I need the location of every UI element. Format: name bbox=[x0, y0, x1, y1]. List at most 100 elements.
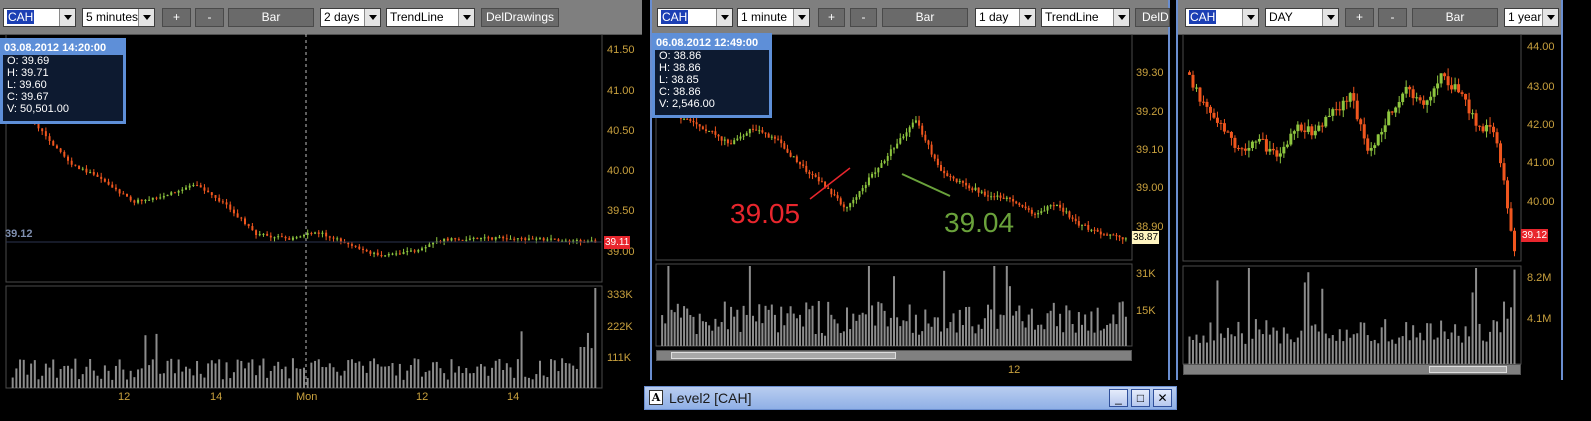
volume-bar bbox=[1062, 332, 1065, 346]
chevron-down-icon[interactable] bbox=[458, 9, 474, 26]
volume-bar bbox=[428, 370, 431, 388]
candle-body bbox=[1327, 115, 1331, 118]
volume-bar bbox=[443, 373, 446, 388]
range-select[interactable]: 1 year bbox=[1504, 8, 1559, 27]
interval-select[interactable]: 5 minutes bbox=[82, 8, 155, 27]
candle-body bbox=[861, 188, 864, 192]
volume-bar bbox=[755, 321, 758, 346]
zoom-out-button[interactable]: - bbox=[195, 8, 224, 27]
chevron-down-icon[interactable] bbox=[793, 9, 809, 26]
candle-body bbox=[1106, 234, 1109, 236]
drawing-tool-select[interactable]: TrendLine bbox=[1041, 8, 1130, 27]
minimize-button[interactable]: _ bbox=[1109, 389, 1128, 407]
zoom-out-button[interactable]: - bbox=[1378, 8, 1407, 27]
candle-body bbox=[92, 172, 95, 175]
scroll-thumb[interactable] bbox=[1429, 366, 1507, 373]
volume-bar bbox=[11, 377, 14, 388]
candle-body bbox=[310, 233, 313, 235]
price-chart[interactable] bbox=[1178, 34, 1561, 380]
chevron-down-icon[interactable] bbox=[59, 9, 75, 26]
candle-body bbox=[1043, 210, 1046, 212]
volume-bar bbox=[380, 366, 383, 388]
time-tick: 14 bbox=[507, 391, 520, 403]
maximize-button[interactable]: □ bbox=[1131, 389, 1150, 407]
volume-bar bbox=[952, 313, 955, 346]
zoom-out-button[interactable]: - bbox=[850, 8, 877, 27]
drawing-tool-select[interactable]: TrendLine bbox=[386, 8, 475, 27]
chevron-down-icon[interactable] bbox=[1019, 9, 1035, 26]
chart-scrollbar[interactable] bbox=[656, 350, 1132, 361]
chart-type-button[interactable]: Bar bbox=[882, 8, 968, 27]
candle-body bbox=[1422, 100, 1426, 105]
zoom-in-button[interactable]: + bbox=[1345, 8, 1374, 27]
volume-bar bbox=[924, 309, 927, 346]
candle-body bbox=[535, 238, 538, 240]
del-drawings-button[interactable]: DelDrawings bbox=[481, 8, 559, 27]
candle-body bbox=[993, 196, 996, 198]
del-drawings-button[interactable]: DelD bbox=[1135, 8, 1170, 27]
interval-select[interactable]: 1 minute bbox=[737, 8, 810, 27]
candle-body bbox=[232, 209, 235, 214]
chevron-down-icon[interactable] bbox=[364, 9, 380, 26]
volume-bar bbox=[927, 323, 930, 346]
chevron-down-icon[interactable] bbox=[716, 9, 732, 26]
range-select[interactable]: 1 day bbox=[975, 8, 1036, 27]
candle-body bbox=[524, 238, 527, 240]
volume-bar bbox=[1275, 330, 1278, 364]
interval-select[interactable]: DAY bbox=[1265, 8, 1339, 27]
volume-bar bbox=[692, 316, 695, 346]
close-button[interactable]: ✕ bbox=[1153, 389, 1172, 407]
scroll-thumb[interactable] bbox=[671, 352, 896, 359]
candle-body bbox=[1292, 131, 1296, 134]
volume-bar bbox=[59, 368, 62, 388]
chevron-down-icon[interactable] bbox=[1242, 9, 1258, 26]
candle-body bbox=[177, 190, 180, 193]
chart-scrollbar[interactable] bbox=[1183, 364, 1521, 375]
volume-bar bbox=[26, 374, 29, 388]
time-tick: 12 bbox=[416, 391, 429, 403]
symbol-select[interactable]: CAH bbox=[3, 8, 76, 27]
candle-body bbox=[1429, 96, 1433, 101]
symbol-select[interactable]: CAH bbox=[1185, 8, 1259, 27]
candle-body bbox=[726, 139, 729, 144]
chevron-down-icon[interactable] bbox=[1113, 9, 1129, 26]
level2-window-titlebar[interactable]: A Level2 [CAH] _ □ ✕ bbox=[644, 386, 1177, 410]
volume-bar bbox=[107, 370, 110, 388]
chart-type-button[interactable]: Bar bbox=[228, 8, 314, 27]
candle-body bbox=[181, 189, 184, 191]
range-select[interactable]: 2 days bbox=[320, 8, 381, 27]
candle-body bbox=[203, 187, 206, 191]
candle-body bbox=[1090, 229, 1093, 231]
volume-bar bbox=[1024, 327, 1027, 346]
chart-type-button[interactable]: Bar bbox=[1412, 8, 1498, 27]
volume-bar bbox=[817, 301, 820, 346]
volume-bar bbox=[166, 360, 169, 388]
volume-bar bbox=[993, 266, 996, 346]
candle-body bbox=[830, 188, 833, 195]
candle-body bbox=[958, 181, 961, 183]
chevron-down-icon[interactable] bbox=[1322, 9, 1338, 26]
candle-body bbox=[1338, 109, 1342, 111]
candle-body bbox=[1068, 211, 1071, 218]
zoom-in-button[interactable]: + bbox=[162, 8, 191, 27]
candle-body bbox=[255, 230, 258, 236]
volume-bar bbox=[498, 358, 501, 388]
candle-body bbox=[695, 122, 698, 125]
candle-body bbox=[332, 237, 335, 239]
volume-bar bbox=[240, 360, 243, 388]
volume-bar bbox=[1030, 308, 1033, 346]
price-tick: 39.30 bbox=[1136, 67, 1164, 79]
chevron-down-icon[interactable] bbox=[1542, 9, 1558, 26]
zoom-in-button[interactable]: + bbox=[818, 8, 845, 27]
symbol-select[interactable]: CAH bbox=[657, 8, 733, 27]
candle-body bbox=[1453, 84, 1457, 90]
volume-bar bbox=[861, 312, 864, 346]
candle-body bbox=[328, 236, 331, 238]
candle-body bbox=[1109, 234, 1112, 236]
candle-body bbox=[1376, 134, 1380, 146]
ohlc-info-box: 03.08.2012 14:20:00 O: 39.69 H: 39.71 L:… bbox=[0, 38, 126, 124]
volume-bar bbox=[936, 317, 939, 346]
volume-bar bbox=[1102, 328, 1105, 346]
chevron-down-icon[interactable] bbox=[138, 9, 154, 26]
candle-body bbox=[1432, 88, 1436, 97]
